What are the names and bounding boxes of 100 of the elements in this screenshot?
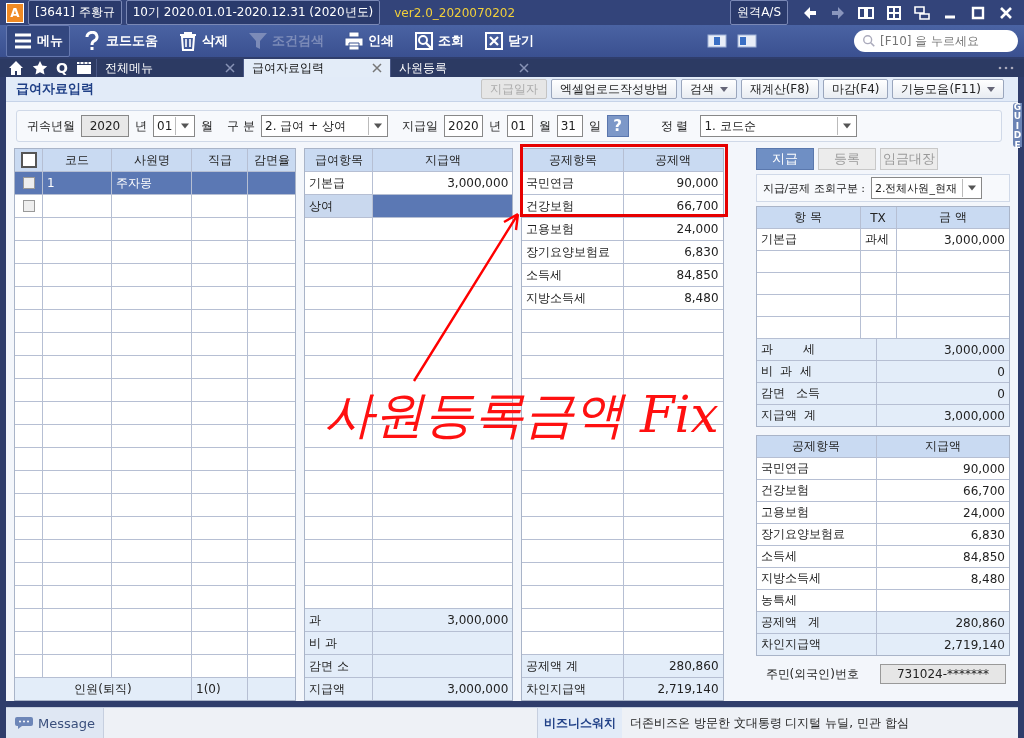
- clapboard-icon[interactable]: [75, 60, 92, 76]
- table-cell: 장기요양보험료: [522, 241, 625, 263]
- chat-bubble-icon: [14, 716, 34, 730]
- close-tab-icon[interactable]: [371, 63, 382, 73]
- table-cell: 소득세: [522, 264, 625, 286]
- action-button[interactable]: 재계산(F8): [740, 79, 819, 99]
- pay-year-field[interactable]: 2020: [444, 115, 483, 137]
- search-field[interactable]: [F10] 을 누르세요: [854, 30, 1018, 52]
- total-label: 감면 소: [305, 655, 374, 677]
- document-tab[interactable]: 급여자료입력: [242, 59, 390, 77]
- type-dropdown[interactable]: 2. 급여 + 상여: [261, 115, 389, 137]
- column-header: 공제항목: [522, 149, 625, 171]
- toolbar-button[interactable]: 닫기: [476, 27, 542, 55]
- view-dropdown[interactable]: 2.전체사원_현재: [870, 177, 982, 199]
- pay-day-field[interactable]: 31: [556, 115, 583, 137]
- version-label: ver2.0_2020070202: [394, 5, 516, 20]
- news-headline-link[interactable]: 더존비즈온 방문한 文대통령 디지털 뉴딜, 민관 합심: [622, 714, 1018, 732]
- home-icon[interactable]: [8, 60, 24, 76]
- total-label: 공제액 계: [756, 612, 877, 633]
- total-value: 280,860: [667, 658, 720, 675]
- field-label: 귀속년월: [27, 117, 75, 135]
- total-label: 비 과: [305, 632, 374, 654]
- close-tab-icon[interactable]: [224, 63, 235, 73]
- toolbar-button[interactable]: 삭제: [170, 27, 236, 55]
- column-header: 공제액: [654, 151, 693, 169]
- table-cell: 국민연금: [522, 172, 625, 194]
- fiscal-period-label[interactable]: 10기 2020.01.01-2020.12.31 (2020년도): [125, 0, 381, 25]
- grid-icon[interactable]: [886, 4, 902, 21]
- column-header: 금 액: [937, 209, 968, 226]
- close-tab-icon[interactable]: [518, 63, 529, 73]
- table-cell-text: 90,000: [675, 175, 720, 192]
- unit-label: 년: [488, 117, 501, 135]
- total-label: 감면 소득: [756, 383, 877, 404]
- toolbar-button[interactable]: 메뉴: [6, 25, 70, 57]
- pay-month-field[interactable]: 01: [506, 115, 533, 137]
- forward-arrow-icon[interactable]: [830, 4, 846, 21]
- guide-tab[interactable]: GUIDE: [1013, 103, 1022, 147]
- action-button[interactable]: 엑셀업로드작성방법: [550, 79, 677, 99]
- remote-support-button[interactable]: 원격A/S: [730, 0, 788, 25]
- footer-value: 1(0): [192, 678, 248, 700]
- row-checkbox[interactable]: [23, 200, 35, 212]
- quick-search-button[interactable]: Q: [52, 59, 72, 77]
- table-cell-text: 6,830: [683, 244, 720, 261]
- row-checkbox[interactable]: [23, 177, 35, 189]
- table-row[interactable]: 1 주자몽: [15, 172, 296, 195]
- close-icon[interactable]: [998, 4, 1014, 21]
- table-cell: 1: [43, 172, 112, 194]
- field-label: 주민(외국인)번호: [765, 665, 859, 683]
- layout-icon[interactable]: [737, 34, 757, 48]
- table-cell: 국민연금: [756, 458, 877, 479]
- table-cell-text: 6,830: [969, 526, 1006, 544]
- total-value: 3,000,000: [446, 681, 510, 698]
- news-source-label: 비즈니스워치: [537, 708, 622, 738]
- close-icon: [484, 31, 504, 51]
- total-value: 0: [996, 363, 1006, 381]
- column-header: 사원명: [112, 149, 192, 171]
- unit-label: 일: [588, 117, 601, 135]
- more-icon[interactable]: [998, 66, 1014, 70]
- toolbar-button[interactable]: 코드도움: [74, 27, 166, 55]
- total-value: 2,719,140: [656, 681, 720, 698]
- toolbar-button[interactable]: 조회: [406, 27, 472, 55]
- year-field[interactable]: 2020: [81, 115, 129, 137]
- table-cell: 지방소득세: [756, 568, 877, 589]
- column-header: TX: [860, 207, 897, 228]
- menu-icon: [13, 31, 33, 51]
- select-all-checkbox[interactable]: [21, 152, 37, 168]
- column-header: 코드: [43, 149, 112, 171]
- star-icon[interactable]: [32, 60, 48, 76]
- column-header: 지급액: [923, 438, 962, 455]
- column-header: 항 목: [756, 207, 861, 228]
- table-cell-text: 3,000,000: [446, 175, 510, 192]
- maximize-icon[interactable]: [970, 4, 986, 21]
- message-button[interactable]: Message: [6, 708, 104, 738]
- column-header: 직급: [192, 149, 248, 171]
- column-header: 공제항목: [756, 436, 877, 457]
- action-button[interactable]: 마감(F4): [822, 79, 889, 99]
- table-cell: 소득세: [756, 546, 877, 567]
- filter-icon: [248, 31, 268, 51]
- action-button[interactable]: 검색: [680, 79, 737, 99]
- table-cell-text: 90,000: [962, 460, 1006, 478]
- id-number-field[interactable]: 731024-*******: [880, 664, 1006, 684]
- unit-label: 월: [538, 117, 551, 135]
- windows-icon[interactable]: [914, 4, 930, 21]
- table-cell: 과세: [860, 229, 897, 250]
- table-cell-text: 3,000,000: [942, 231, 1006, 249]
- toolbar-button[interactable]: 인쇄: [336, 27, 402, 55]
- table-cell-text: 24,000: [675, 221, 720, 238]
- layout-icon[interactable]: [707, 34, 727, 48]
- sort-dropdown[interactable]: 1. 코드순: [700, 115, 858, 137]
- table-cell-text: 84,850: [962, 548, 1006, 566]
- table-cell: 주자몽: [112, 172, 192, 194]
- search-icon: [414, 31, 434, 51]
- field-label: 구 분: [227, 117, 256, 135]
- company-label[interactable]: [3641] 주황규: [28, 0, 122, 25]
- total-label: 비 과 세: [756, 361, 877, 382]
- action-button[interactable]: 기능모음(F11): [892, 79, 1004, 99]
- total-value: 3,000,000: [446, 612, 510, 629]
- month-dropdown[interactable]: 01: [153, 115, 196, 137]
- book-icon[interactable]: [858, 4, 874, 21]
- field-label: 지급/공제 조회구분 :: [762, 180, 865, 196]
